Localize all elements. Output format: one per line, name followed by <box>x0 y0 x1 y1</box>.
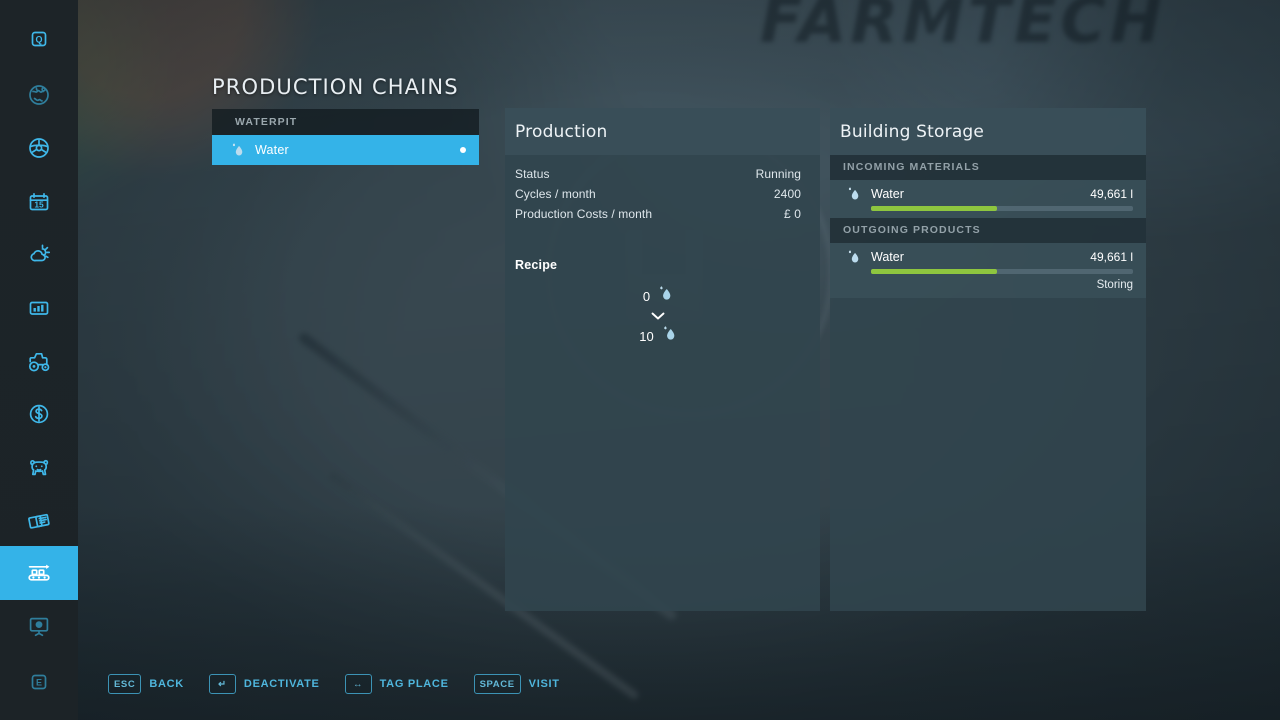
chain-list-rows: Water <box>212 135 479 165</box>
water-drop-icon <box>843 249 863 265</box>
storage-fill-bar <box>871 269 997 274</box>
chevron-down-icon <box>515 307 801 325</box>
help-keycap: ESC <box>108 674 142 694</box>
storage-row-status: Storing <box>1096 279 1133 291</box>
sidebar: Q 15 E <box>0 0 78 720</box>
sidebar-item-vehicle-shop[interactable] <box>0 335 78 389</box>
sidebar-item-calendar[interactable]: 15 <box>0 175 78 229</box>
sidebar-item-statistics[interactable] <box>0 281 78 335</box>
water-drop-icon <box>657 285 673 307</box>
steering-wheel-icon <box>24 133 54 163</box>
production-panel-header: Production <box>505 108 820 155</box>
key-q-icon: Q <box>24 24 54 54</box>
storage-row-name: Water <box>871 187 904 201</box>
storage-fill-bar <box>871 206 997 211</box>
water-drop-icon <box>661 325 677 347</box>
recipe-output-row: 10 <box>515 325 801 347</box>
recipe-diagram: 0 10 <box>515 285 801 347</box>
help-item[interactable]: ESC BACK <box>108 674 184 694</box>
storage-row-top: Water 49,661 l <box>843 186 1133 202</box>
svg-text:15: 15 <box>34 199 44 209</box>
recipe-heading: Recipe <box>515 258 558 272</box>
help-keycap: SPACE <box>473 674 521 694</box>
production-stats-list: Status Running Cycles / month 2400 Productio… <box>515 167 801 227</box>
sidebar-item-vehicles[interactable] <box>0 121 78 175</box>
storage-row-name: Water <box>871 250 904 264</box>
production-panel-body: Status Running Cycles / month 2400 Productio… <box>505 155 820 347</box>
sidebar-item-map[interactable] <box>0 68 78 122</box>
sidebar-item-contracts[interactable] <box>0 494 78 548</box>
help-bar: ESC BACK ↵ DEACTIVATE ↔ TAG PLACE SPACE VISIT <box>108 673 560 695</box>
help-action-label: DEACTIVATE <box>243 678 320 690</box>
svg-text:E: E <box>36 678 42 688</box>
cow-icon <box>24 453 54 483</box>
help-keycap: ↔ <box>344 674 372 694</box>
production-chain-list: WATERPIT Water <box>212 109 479 165</box>
key-e-icon: E <box>24 667 54 697</box>
help-keycap: ↵ <box>208 674 236 694</box>
sidebar-item-weather[interactable] <box>0 227 78 281</box>
help-item[interactable]: ↔ TAG PLACE <box>344 674 449 694</box>
selected-indicator-dot <box>460 147 466 153</box>
production-stat-value: Running <box>755 167 801 181</box>
help-action-label: TAG PLACE <box>379 678 449 690</box>
production-stat-value: 2400 <box>773 187 801 201</box>
help-action-label: BACK <box>149 678 184 690</box>
water-drop-icon <box>843 186 863 202</box>
production-stat-key: Status <box>515 167 550 181</box>
sidebar-item-production[interactable] <box>0 546 78 600</box>
chain-list-item[interactable]: Water <box>212 135 479 165</box>
storage-group-header: OUTGOING PRODUCTS <box>830 218 1146 243</box>
calendar-icon: 15 <box>24 187 54 217</box>
documents-icon <box>24 506 54 536</box>
sidebar-item-help-key-e[interactable]: E <box>0 655 78 709</box>
conveyor-icon <box>24 558 54 588</box>
weather-icon <box>24 239 54 269</box>
recipe-input-row: 0 <box>515 285 801 307</box>
recipe-output-amount: 10 <box>639 328 654 344</box>
storage-row-top: Water 49,661 l <box>843 249 1133 265</box>
storage-panel-body: INCOMING MATERIALS Water 49,661 l OUTGOING … <box>830 155 1146 298</box>
help-item[interactable]: ↵ DEACTIVATE <box>208 674 320 694</box>
help-action-label: VISIT <box>528 678 560 690</box>
production-stat-row: Cycles / month 2400 <box>515 187 801 207</box>
help-item[interactable]: SPACE VISIT <box>473 674 560 694</box>
svg-text:Q: Q <box>35 35 42 45</box>
page-title: PRODUCTION CHAINS <box>212 75 459 99</box>
storage-panel-title: Building Storage <box>840 121 985 142</box>
sidebar-item-info-board[interactable] <box>0 599 78 653</box>
production-stat-row: Production Costs / month £ 0 <box>515 207 801 227</box>
water-drop-icon <box>227 142 247 158</box>
production-stat-key: Cycles / month <box>515 187 596 201</box>
info-board-icon <box>24 611 54 641</box>
storage-row[interactable]: Water 49,661 l <box>830 180 1146 218</box>
chain-list-group-header: WATERPIT <box>212 109 479 135</box>
production-panel-title: Production <box>515 121 608 142</box>
storage-group-header: INCOMING MATERIALS <box>830 155 1146 180</box>
production-stat-value: £ 0 <box>784 207 801 221</box>
production-panel: Production Status Running Cycles / month 24… <box>505 108 820 611</box>
storage-fill-bar-track <box>871 206 1133 211</box>
storage-row-amount: 49,661 l <box>1090 250 1133 264</box>
sidebar-item-help-key-q[interactable]: Q <box>0 12 78 66</box>
globe-icon <box>24 80 54 110</box>
tractor-icon <box>24 347 54 377</box>
storage-row[interactable]: Water 49,661 l Storing <box>830 243 1146 298</box>
storage-row-amount: 49,661 l <box>1090 187 1133 201</box>
storage-panel-header: Building Storage <box>830 108 1146 155</box>
dollar-circle-icon <box>24 399 54 429</box>
recipe-input-amount: 0 <box>642 288 651 304</box>
storage-fill-bar-track <box>871 269 1133 274</box>
sidebar-item-finances[interactable] <box>0 387 78 441</box>
sidebar-item-animals[interactable] <box>0 441 78 495</box>
production-stat-row: Status Running <box>515 167 801 187</box>
chain-list-item-label: Water <box>255 143 289 157</box>
production-stat-key: Production Costs / month <box>515 207 653 221</box>
building-storage-panel: Building Storage INCOMING MATERIALS Water… <box>830 108 1146 611</box>
bar-chart-icon <box>24 293 54 323</box>
